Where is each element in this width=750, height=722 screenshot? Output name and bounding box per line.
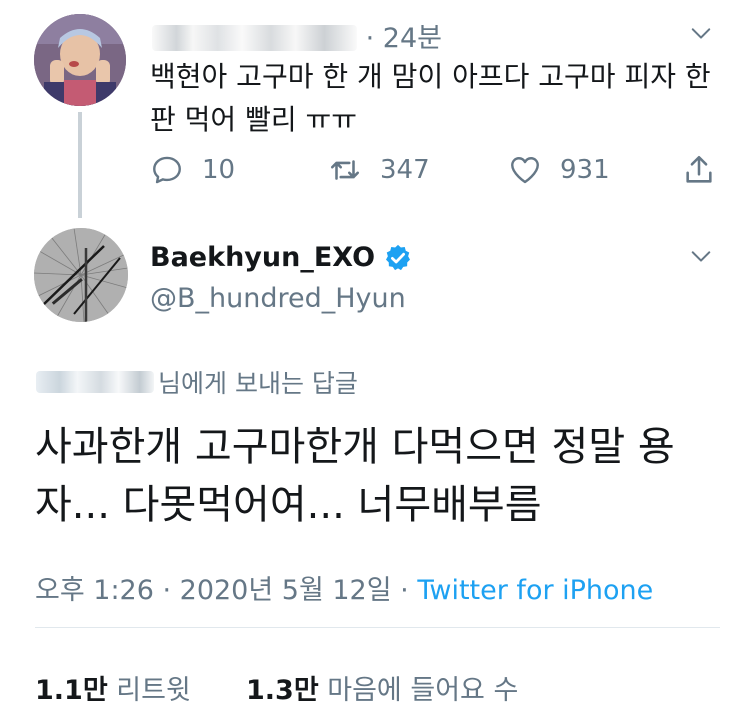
like-count: 931: [560, 155, 610, 185]
reply-icon: [153, 156, 181, 184]
display-name: Baekhyun_EXO: [150, 242, 376, 273]
likes-value: 1.3만: [245, 675, 319, 706]
tweet-timestamp[interactable]: 오후 1:26 · 2020년 5월 12일: [35, 575, 392, 606]
retweets-label: 리트윗: [116, 675, 191, 706]
stats-divider: [35, 627, 720, 628]
meta-separator: ·: [400, 575, 409, 606]
main-author-name[interactable]: Baekhyun_EXO: [150, 242, 413, 273]
main-author-handle[interactable]: @B_hundred_Hyun: [150, 283, 406, 314]
reply-count: 10: [202, 155, 236, 185]
reply-tweet-time[interactable]: 24분: [383, 23, 442, 54]
main-tweet-text: 사과한개 고구마한개 다먹으면 정말 용자... 다못먹어여... 너무배부름: [35, 424, 675, 528]
likes-label: 마음에 들어요 수: [327, 675, 519, 706]
reply-tweet-header: · 24분: [152, 16, 442, 55]
main-author-avatar[interactable]: [34, 228, 128, 322]
replying-to-label: 님에게 보내는 답글: [158, 369, 358, 398]
tweet-stats: 1.1만 리트윗 1.3만 마음에 들어요 수: [35, 668, 518, 707]
like-button[interactable]: 931: [508, 150, 610, 190]
thread-connector-line: [78, 112, 82, 218]
replying-to-line[interactable]: 님에게 보내는 답글: [36, 364, 358, 400]
verified-badge-icon: [386, 244, 411, 270]
header-separator: ·: [365, 23, 375, 54]
likes-stat[interactable]: 1.3만 마음에 들어요 수: [246, 675, 518, 706]
reply-author-avatar[interactable]: [34, 14, 126, 106]
share-icon: [686, 155, 712, 183]
tweet-metadata: 오후 1:26 · 2020년 5월 12일 · Twitter for iPh…: [35, 568, 653, 607]
retweets-value: 1.1만: [35, 675, 108, 706]
retweet-count: 347: [380, 155, 430, 185]
main-tweet-menu-chevron-icon[interactable]: [690, 245, 712, 271]
share-button[interactable]: [682, 150, 716, 190]
retweet-icon: [330, 160, 360, 180]
reply-button[interactable]: 10: [150, 150, 235, 190]
retweets-stat[interactable]: 1.1만 리트윗: [35, 675, 191, 706]
reply-tweet-menu-chevron-icon[interactable]: [690, 22, 712, 48]
retweet-button[interactable]: 347: [328, 150, 430, 190]
reply-tweet-text: 백현아 고구마 한 개 맘이 아프다 고구마 피자 한 판 먹어 빨리 ㅠㅠ: [150, 60, 711, 136]
reply-tweet-actions: 10 347 931: [150, 150, 720, 190]
heart-icon: [511, 157, 539, 184]
blurred-username: [152, 25, 357, 51]
blurred-reply-username: [36, 371, 154, 393]
tweet-source-link[interactable]: Twitter for iPhone: [417, 575, 653, 606]
